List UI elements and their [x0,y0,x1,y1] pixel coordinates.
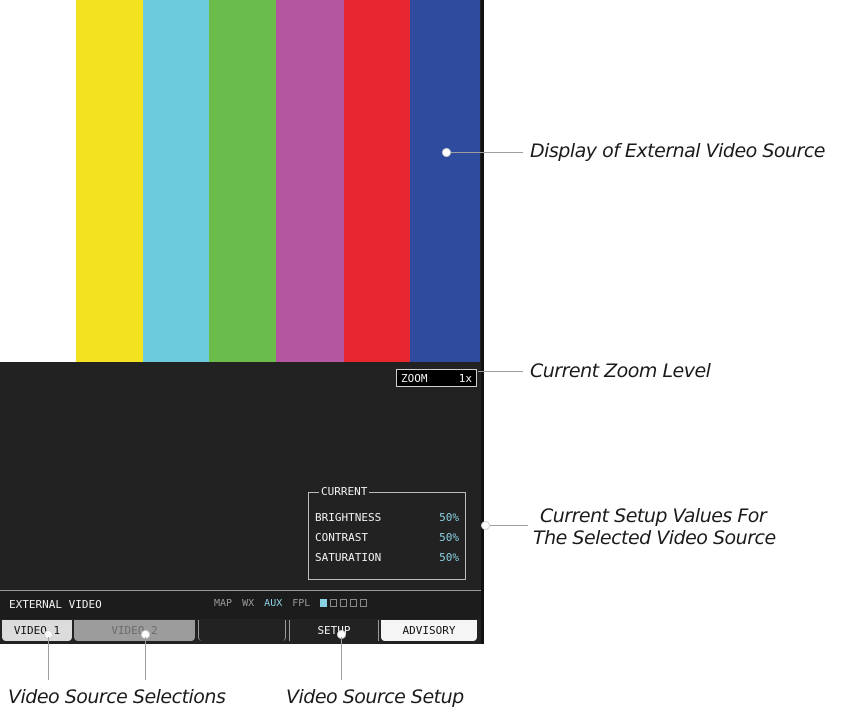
color-bar-green [209,0,276,362]
zoom-level-box: ZOOM 1x [396,369,477,387]
page-box-3 [340,599,348,607]
page-group-fpl: FPL [292,598,311,609]
callout-leader-zoom [478,371,523,372]
page-box-1 [320,599,328,607]
page-group-wx: WX [242,598,255,609]
page-group-indicator: MAP WX AUX FPL [214,598,370,609]
callout-leader-video-2 [145,637,146,680]
page-status-bar: EXTERNAL VIDEO MAP WX AUX FPL [0,590,481,619]
brightness-value: 50% [439,511,459,524]
current-setup-box: CURRENT BRIGHTNESS 50% CONTRAST 50% SATU… [308,485,466,580]
callout-setup-values-1: Current Setup Values For [540,505,767,527]
saturation-label: SATURATION [315,551,382,564]
callout-leader-setup [341,637,342,680]
brightness-label: BRIGHTNESS [315,511,382,524]
brightness-row: BRIGHTNESS 50% [315,509,459,527]
callout-dot-video-source [442,148,451,157]
saturation-row: SATURATION 50% [315,549,459,567]
zoom-label: ZOOM [401,372,428,385]
callout-setup-values-2: The Selected Video Source [533,527,776,549]
saturation-value: 50% [439,551,459,564]
callout-leader-video-source [451,152,523,153]
softkey-setup[interactable]: SETUP [289,620,379,641]
callout-leader-setup-values [490,525,528,526]
softkey-bar: VIDEO 1 VIDEO 2 SETUP ADVISORY [0,620,481,642]
page-group-aux: AUX [264,598,283,609]
callout-dot-setup-values [481,521,490,530]
softkey-video-1[interactable]: VIDEO 1 [2,620,72,641]
callout-source-selections: Video Source Selections [8,686,226,708]
callout-video-source: Display of External Video Source [530,140,826,162]
color-bar-cyan [143,0,209,362]
page-box-2 [330,599,338,607]
contrast-value: 50% [439,531,459,544]
contrast-row: CONTRAST 50% [315,529,459,547]
zoom-value: 1x [458,372,472,385]
color-bar-magenta [276,0,344,362]
softkey-video-2[interactable]: VIDEO 2 [74,620,195,641]
color-bar-red [344,0,410,362]
callout-leader-video-1 [48,637,49,680]
page-group-map: MAP [214,598,233,609]
page-box-4 [350,599,358,607]
color-bar-white [0,0,76,362]
device-screen: ZOOM 1x CURRENT BRIGHTNESS 50% CONTRAST … [0,0,484,644]
page-box-5 [360,599,368,607]
page-name: EXTERNAL VIDEO [9,598,102,611]
contrast-label: CONTRAST [315,531,368,544]
color-bar-blue [410,0,480,362]
color-bar-yellow [76,0,143,362]
current-title: CURRENT [319,485,370,499]
softkey-advisory[interactable]: ADVISORY [381,620,477,641]
softkey-blank[interactable] [198,620,286,641]
callout-zoom-level: Current Zoom Level [530,360,711,382]
external-video-display [0,0,480,362]
callout-source-setup: Video Source Setup [286,686,464,708]
